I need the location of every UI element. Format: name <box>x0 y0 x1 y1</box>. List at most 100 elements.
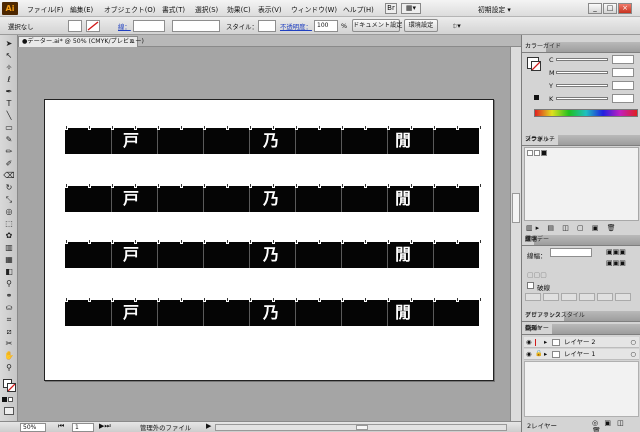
expand-triangle-icon[interactable]: ▸ <box>544 337 547 347</box>
page-field[interactable]: 1 <box>72 423 94 432</box>
menu-help[interactable]: ヘルプ(H) <box>343 4 374 14</box>
document-tab[interactable]: ●データー.ai* @ 50% (CMYK/プレビュー) × <box>18 36 144 47</box>
rectangle-tool-icon[interactable]: ▭ <box>2 123 16 133</box>
target-circle-icon[interactable]: ○ <box>630 337 636 347</box>
tab-symbols[interactable]: シンボル <box>522 135 552 145</box>
lasso-tool-icon[interactable]: ℓ <box>2 75 16 85</box>
horizontal-scroll-thumb[interactable] <box>356 425 368 430</box>
swatch-none[interactable] <box>527 150 533 156</box>
rotate-tool-icon[interactable]: ↻ <box>2 183 16 193</box>
layers-footer-icons[interactable]: ◎ ▣ ◫ 🗑 <box>592 419 640 432</box>
scroll-thumb[interactable] <box>512 193 520 223</box>
black-chip[interactable] <box>534 95 539 100</box>
channel-k-slider[interactable] <box>556 97 608 100</box>
zoom-tool-icon[interactable]: ⚲ <box>2 363 16 373</box>
visibility-eye-icon[interactable]: ◉ <box>526 349 532 359</box>
gradient-tool-icon[interactable]: ◧ <box>2 267 16 277</box>
horizontal-scrollbar[interactable] <box>215 424 507 431</box>
color-stroke-icon[interactable] <box>531 61 541 71</box>
symbol-sprayer-tool-icon[interactable]: ✿ <box>2 231 16 241</box>
swatch-white[interactable] <box>534 150 540 156</box>
swatch-black[interactable] <box>541 150 547 156</box>
minimize-button[interactable]: _ <box>588 3 602 14</box>
join-style-icons[interactable]: ▣▣▣ <box>606 259 636 268</box>
tab-paragraph[interactable]: 段落 <box>522 235 540 245</box>
banner-2[interactable]: 戸乃閒 <box>65 183 482 212</box>
blob-brush-tool-icon[interactable]: ✐ <box>2 159 16 169</box>
line-tool-icon[interactable]: ╲ <box>2 111 16 121</box>
first-page-icon[interactable]: ⏮ <box>58 422 64 431</box>
visibility-eye-icon[interactable]: ◉ <box>526 337 532 347</box>
channel-k-value[interactable] <box>612 94 634 103</box>
stroke-weight-input[interactable] <box>550 248 592 257</box>
style-picker[interactable] <box>258 20 276 32</box>
layer-row-2[interactable]: ◉ ▸ レイヤー 2 ○ <box>524 337 639 348</box>
close-button[interactable]: × <box>618 3 632 14</box>
swatch-panel-footer-icons[interactable]: ▥▸ ▤ ◫ ▢ ▣ 🗑 <box>526 224 638 232</box>
brush-definition-field[interactable] <box>172 20 220 32</box>
menu-window[interactable]: ウィンドウ(W) <box>291 4 337 14</box>
menu-object[interactable]: オブジェクト(O) <box>104 4 155 14</box>
graph-tool-icon[interactable]: ▥ <box>2 243 16 253</box>
channel-c-slider[interactable] <box>556 58 608 61</box>
maximize-button[interactable]: □ <box>603 3 617 14</box>
free-transform-tool-icon[interactable]: ⬚ <box>2 219 16 229</box>
stroke-label[interactable]: 線： <box>118 22 131 31</box>
next-page-icon[interactable]: ▶⏭ <box>99 422 111 431</box>
canvas-area[interactable]: 戸乃閒戸乃閒戸乃閒戸乃閒 <box>18 47 521 421</box>
channel-y-slider[interactable] <box>556 84 608 87</box>
vertical-scrollbar[interactable] <box>510 47 521 421</box>
menu-type[interactable]: 書式(T) <box>162 4 185 14</box>
warp-tool-icon[interactable]: ◎ <box>2 207 16 217</box>
tab-graphic-styles[interactable]: グラフィックスタイル <box>522 311 588 321</box>
blend-tool-icon[interactable]: ⚭ <box>2 291 16 301</box>
stroke-weight-field[interactable] <box>133 20 165 32</box>
screen-mode-icon[interactable] <box>4 407 14 415</box>
scale-tool-icon[interactable]: ⤡ <box>2 195 16 205</box>
menu-file[interactable]: ファイル(F) <box>27 4 63 14</box>
cap-style-icons[interactable]: ▣▣▣ <box>606 248 636 257</box>
banner-4[interactable]: 戸乃閒 <box>65 297 482 326</box>
tab-color-guide[interactable]: カラーガイド <box>522 42 564 52</box>
menu-effect[interactable]: 効果(C) <box>227 4 251 14</box>
tab-pathfinder[interactable]: パス <box>522 324 540 334</box>
zoom-field[interactable]: 50% <box>20 423 46 432</box>
workspace-switcher[interactable]: 初期設定 ▾ <box>478 4 511 14</box>
opacity-field[interactable]: 100 <box>314 20 338 32</box>
lock-icon[interactable]: 🔒 <box>535 349 542 359</box>
color-mode-icon[interactable] <box>2 397 7 402</box>
slice-tool-icon[interactable]: ⧄ <box>2 327 16 337</box>
hand-tool-icon[interactable]: ✋ <box>2 351 16 361</box>
direct-selection-tool-icon[interactable]: ↖ <box>2 51 16 61</box>
scissors-tool-icon[interactable]: ✂ <box>2 339 16 349</box>
layer-row-1[interactable]: ◉ 🔒 ▸ レイヤー 1 ○ <box>524 349 639 360</box>
color-spectrum-bar[interactable] <box>534 109 638 117</box>
preferences-button[interactable]: 環境設定 <box>404 19 438 32</box>
channel-c-value[interactable] <box>612 55 634 64</box>
artboard[interactable]: 戸乃閒戸乃閒戸乃閒戸乃閒 <box>44 99 494 381</box>
select-similar-icon[interactable]: ⯐▾ <box>452 21 468 31</box>
opacity-label[interactable]: 不透明度： <box>280 22 312 31</box>
eyedropper-tool-icon[interactable]: ⚲ <box>2 279 16 289</box>
paintbrush-tool-icon[interactable]: ✎ <box>2 135 16 145</box>
banner-1[interactable]: 戸乃閒 <box>65 125 482 154</box>
dashed-line-checkbox[interactable] <box>527 282 534 289</box>
menu-view[interactable]: 表示(V) <box>258 4 282 14</box>
crop-tool-icon[interactable]: ⌗ <box>2 315 16 325</box>
eraser-tool-icon[interactable]: ⌫ <box>2 171 16 181</box>
expand-triangle-icon[interactable]: ▸ <box>544 349 547 359</box>
pen-tool-icon[interactable]: ✒ <box>2 87 16 97</box>
arrange-documents-icon[interactable]: ▦▾ <box>401 3 421 14</box>
fill-swatch[interactable] <box>68 20 82 32</box>
pencil-tool-icon[interactable]: ✏ <box>2 147 16 157</box>
channel-m-value[interactable] <box>612 68 634 77</box>
mesh-tool-icon[interactable]: ▦ <box>2 255 16 265</box>
selection-tool-icon[interactable]: ➤ <box>2 39 16 49</box>
bridge-icon[interactable]: Br <box>385 3 397 14</box>
status-arrow-icon[interactable]: ▶ <box>206 422 211 430</box>
magic-wand-tool-icon[interactable]: ✧ <box>2 63 16 73</box>
type-tool-icon[interactable]: T <box>2 99 16 109</box>
close-tab-icon[interactable]: × <box>129 37 134 47</box>
menu-select[interactable]: 選択(S) <box>195 4 218 14</box>
document-setup-button[interactable]: ドキュメント設定 <box>352 19 403 32</box>
